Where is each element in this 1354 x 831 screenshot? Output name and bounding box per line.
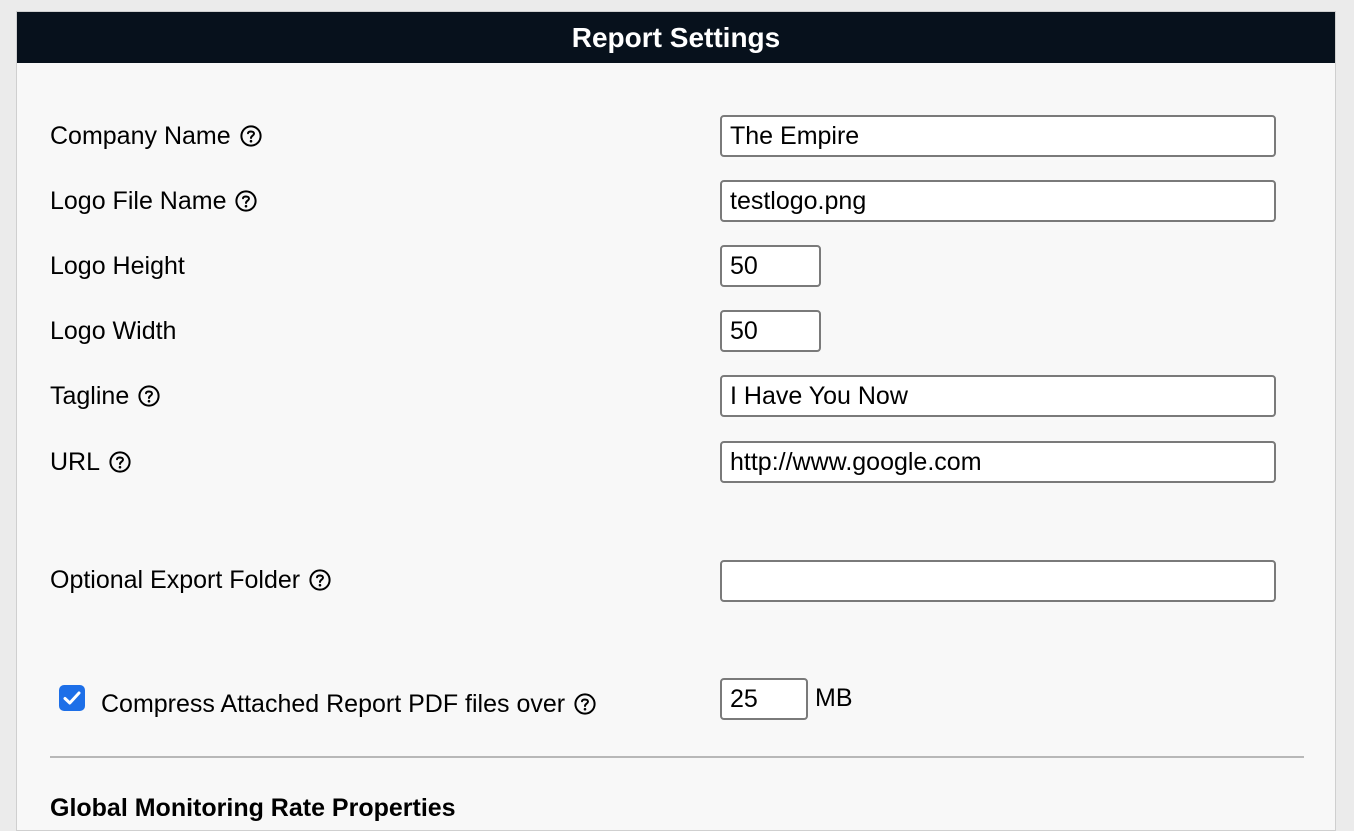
- company-name-label: Company Name: [50, 116, 262, 156]
- compress-unit-label: MB: [815, 684, 853, 712]
- help-icon[interactable]: [574, 693, 596, 715]
- compress-label-text: Compress Attached Report PDF files over: [101, 689, 566, 718]
- url-label-text: URL: [50, 447, 101, 476]
- url-input[interactable]: [720, 441, 1276, 483]
- logo-width-input[interactable]: [720, 310, 821, 352]
- export-folder-label-text: Optional Export Folder: [50, 565, 301, 594]
- export-folder-input[interactable]: [720, 560, 1276, 602]
- company-name-label-text: Company Name: [50, 121, 231, 150]
- help-icon[interactable]: [138, 385, 160, 407]
- logo-width-label-text: Logo Width: [50, 316, 177, 345]
- help-icon[interactable]: [235, 190, 258, 212]
- url-label: URL: [50, 442, 131, 482]
- panel-title: Report Settings: [17, 12, 1335, 63]
- logo-height-label: Logo Height: [50, 246, 185, 286]
- export-folder-label: Optional Export Folder: [50, 560, 331, 600]
- compress-checkbox[interactable]: [59, 685, 85, 711]
- logo-height-label-text: Logo Height: [50, 251, 185, 280]
- checkmark-icon: [63, 691, 81, 705]
- tagline-label-text: Tagline: [50, 381, 130, 410]
- tagline-label: Tagline: [50, 376, 160, 416]
- report-settings-panel: Report Settings Company Name Logo File N…: [16, 11, 1336, 831]
- compress-size-input[interactable]: [720, 678, 808, 720]
- help-icon[interactable]: [309, 569, 331, 591]
- logo-width-label: Logo Width: [50, 311, 176, 351]
- help-icon[interactable]: [240, 125, 262, 147]
- company-name-input[interactable]: [720, 115, 1276, 157]
- help-icon[interactable]: [109, 451, 131, 473]
- logo-file-name-label: Logo File Name: [50, 181, 258, 221]
- logo-height-input[interactable]: [720, 245, 821, 287]
- logo-file-name-input[interactable]: [720, 180, 1276, 222]
- global-monitoring-section-title: Global Monitoring Rate Properties: [50, 794, 456, 822]
- tagline-input[interactable]: [720, 375, 1276, 417]
- logo-file-name-label-text: Logo File Name: [50, 186, 227, 215]
- section-divider: [50, 756, 1304, 758]
- compress-label: Compress Attached Report PDF files over: [101, 684, 596, 724]
